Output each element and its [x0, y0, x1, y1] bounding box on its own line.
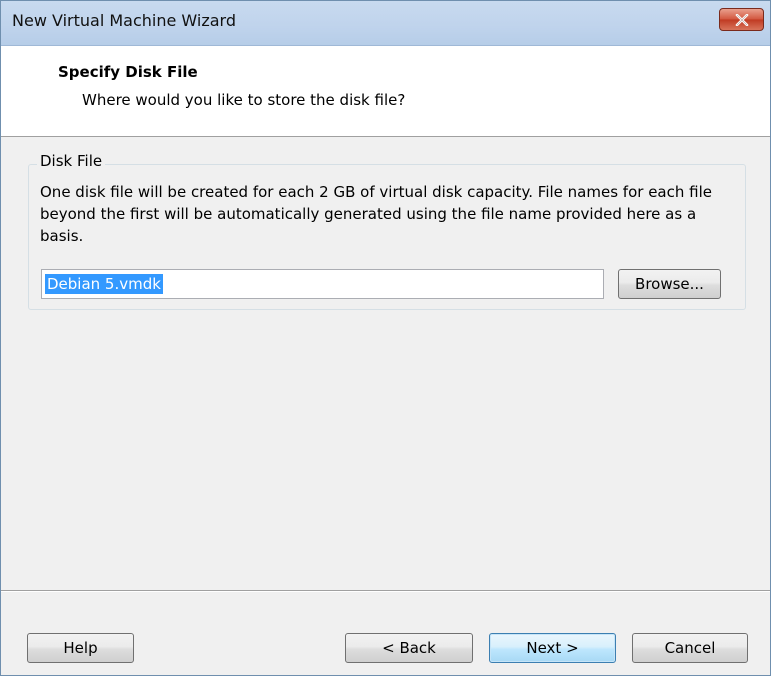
footer-separator	[1, 590, 770, 592]
disk-filename-input[interactable]: Debian 5.vmdk	[41, 269, 604, 299]
next-button[interactable]: Next >	[489, 633, 616, 663]
back-button[interactable]: < Back	[345, 633, 473, 663]
page-subtitle: Where would you like to store the disk f…	[82, 91, 406, 109]
disk-file-description: One disk file will be created for each 2…	[40, 183, 712, 245]
wizard-header: Specify Disk File Where would you like t…	[1, 46, 770, 137]
close-button[interactable]	[719, 8, 764, 31]
browse-button[interactable]: Browse...	[618, 269, 721, 299]
cancel-button[interactable]: Cancel	[632, 633, 748, 663]
help-button[interactable]: Help	[27, 633, 134, 663]
window-title: New Virtual Machine Wizard	[12, 11, 236, 30]
disk-filename-value: Debian 5.vmdk	[45, 274, 163, 294]
page-title: Specify Disk File	[58, 63, 198, 81]
title-bar[interactable]: New Virtual Machine Wizard	[1, 1, 770, 46]
wizard-window: New Virtual Machine Wizard Specify Disk …	[0, 0, 771, 676]
disk-file-legend: Disk File	[37, 152, 106, 170]
close-x-icon	[735, 14, 749, 26]
